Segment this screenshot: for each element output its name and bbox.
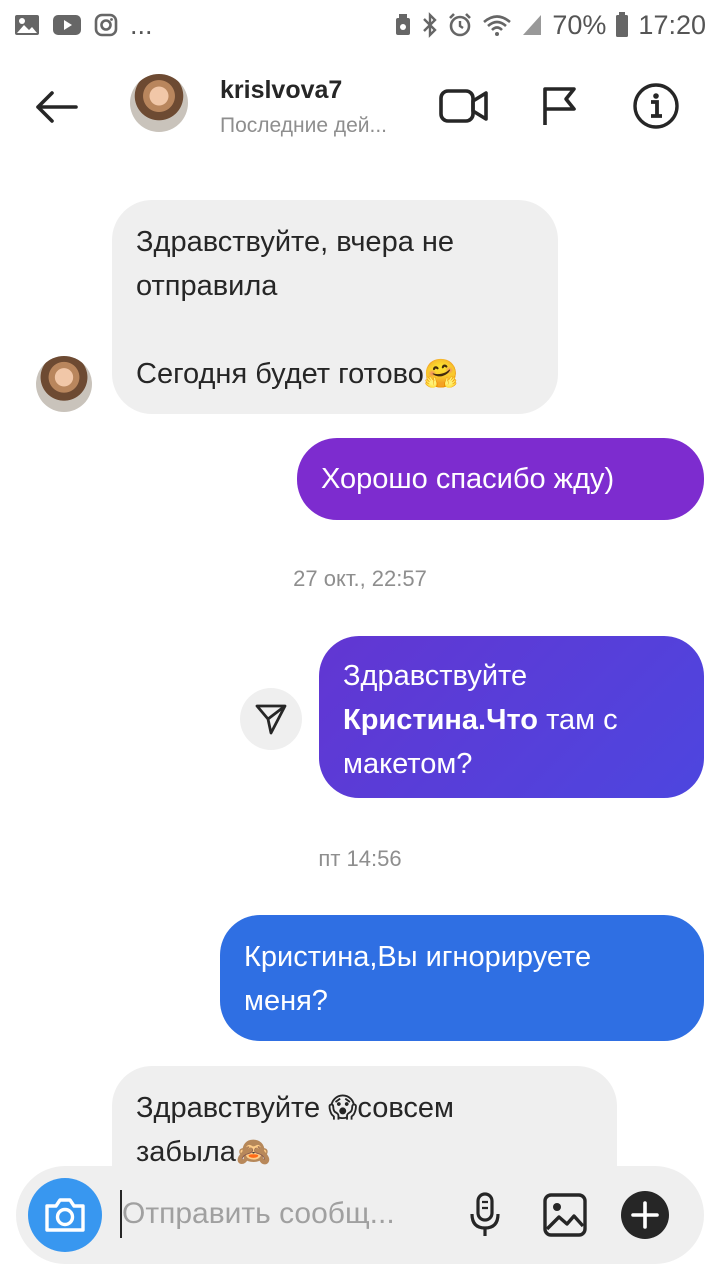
nfc-icon: [393, 13, 413, 37]
back-button[interactable]: [28, 82, 84, 132]
outgoing-message-bubble[interactable]: Здравствуйте Кристина.Что там с макетом?: [319, 636, 704, 798]
screaming-face-emoji: 😱: [328, 1091, 358, 1124]
battery-icon: [615, 12, 629, 38]
message-timestamp: пт 14:56: [318, 846, 402, 871]
gallery-button[interactable]: [538, 1188, 592, 1242]
message-text-blank: [136, 308, 534, 352]
gallery-icon: [14, 14, 40, 36]
message-text: отправила: [136, 270, 278, 302]
message-composer: [16, 1166, 704, 1264]
message-text: совсем: [357, 1092, 454, 1124]
outgoing-message-bubble[interactable]: Хорошо спасибо жду): [297, 438, 704, 520]
signal-icon: [521, 13, 543, 37]
more-options-button[interactable]: [618, 1188, 672, 1242]
chat-header: krislvova7 Последние дей...: [0, 60, 720, 152]
message-text: макетом?: [343, 748, 473, 780]
flag-icon: [543, 87, 576, 125]
message-text: Кристина,Вы игнорируете: [244, 941, 592, 973]
camera-icon: [45, 1198, 85, 1232]
plus-icon: [621, 1191, 669, 1239]
message-input[interactable]: [122, 1188, 452, 1240]
info-icon: [633, 83, 679, 129]
youtube-icon: [52, 14, 82, 36]
message-text: Здравствуйте: [136, 1092, 329, 1124]
username[interactable]: krislvova7: [220, 76, 342, 105]
wifi-icon: [482, 13, 512, 37]
avatar[interactable]: [130, 74, 188, 132]
video-call-icon: [439, 89, 488, 123]
clock: 17:20: [638, 9, 706, 40]
alarm-icon: [447, 12, 473, 38]
message-timestamp: 27 окт., 22:57: [293, 566, 427, 591]
message-text-bold: Кристина.Что: [343, 704, 539, 736]
camera-button[interactable]: [28, 1178, 102, 1252]
image-icon: [543, 1193, 587, 1237]
message-text: Здравствуйте, вчера не: [136, 226, 455, 258]
microphone-icon: [470, 1192, 500, 1236]
incoming-message-bubble[interactable]: Здравствуйте, вчера не отправила Сегодня…: [112, 200, 558, 414]
forward-button[interactable]: [240, 688, 302, 750]
status-more-dots: ...: [130, 9, 153, 40]
report-button[interactable]: [532, 78, 588, 134]
outgoing-message-bubble[interactable]: Кристина,Вы игнорируете меня?: [220, 915, 704, 1041]
info-button[interactable]: [628, 78, 684, 134]
sender-avatar[interactable]: [36, 356, 92, 412]
message-text: забыла: [136, 1136, 236, 1168]
bluetooth-icon: [422, 12, 438, 38]
message-text: Хорошо спасибо жду): [321, 463, 615, 495]
hugging-face-emoji: 🤗: [423, 357, 459, 390]
message-text: там с: [538, 704, 618, 736]
see-no-evil-monkey-emoji: 🙈: [235, 1135, 271, 1168]
status-bar: ... 70% 17:20: [0, 0, 720, 50]
send-icon: [255, 704, 287, 735]
video-call-button[interactable]: [436, 78, 492, 134]
voice-message-button[interactable]: [458, 1188, 512, 1242]
message-text: меня?: [244, 985, 328, 1017]
battery-percent: 70%: [552, 9, 607, 40]
message-text: Сегодня будет готово: [136, 358, 424, 390]
message-text: Здравствуйте: [343, 660, 528, 692]
back-arrow-icon: [36, 91, 78, 123]
last-active-status: Последние дей...: [220, 114, 388, 137]
instagram-icon: [94, 13, 118, 37]
